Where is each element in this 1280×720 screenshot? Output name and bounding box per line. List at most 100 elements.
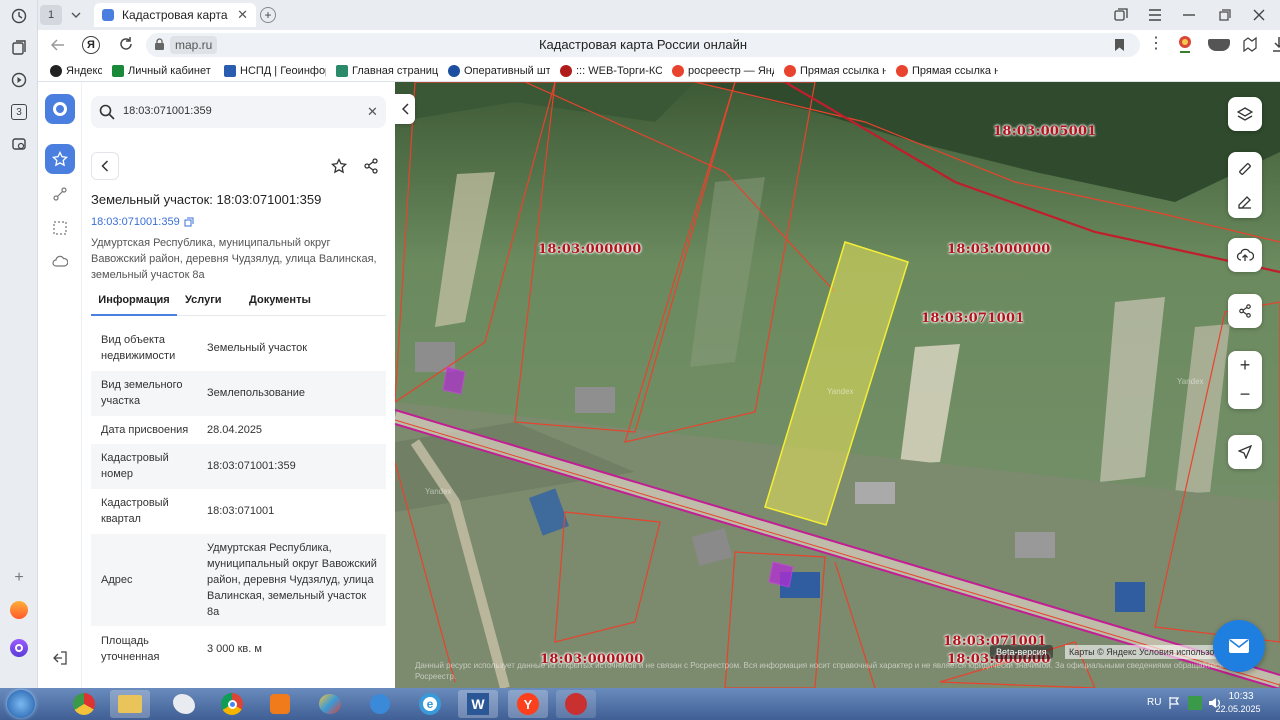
language-indicator[interactable]: RU <box>1147 697 1161 708</box>
bookmark-item[interactable]: росреестр — Янд <box>672 64 774 77</box>
close-window-icon[interactable] <box>1248 5 1270 25</box>
reload-icon[interactable] <box>118 36 134 55</box>
bookmark-item[interactable]: ::: WEB-Торги-КС <box>560 64 662 77</box>
bookmark-favicon-icon <box>112 64 124 77</box>
clock-date[interactable]: 22.05.2025 <box>1208 704 1268 714</box>
tray-flag-icon[interactable] <box>1168 696 1180 710</box>
tab-counter[interactable]: 1 <box>40 5 62 25</box>
taskbar: e W Y RU 10:33 22.05.2025 <box>0 688 1280 720</box>
tabs-dropdown-icon[interactable] <box>66 5 86 25</box>
tab-services[interactable]: Услуги <box>185 286 222 316</box>
bookmark-item[interactable]: НСПД | Геоинфор <box>224 64 326 77</box>
chrome-icon[interactable] <box>212 690 252 718</box>
extension-icon[interactable] <box>1176 34 1194 54</box>
favorite-star-icon[interactable] <box>325 152 353 180</box>
app-red-icon[interactable] <box>556 690 596 718</box>
info-row: Дата присвоения 28.04.2025 <box>91 416 386 444</box>
beta-badge: Beta-версия <box>990 645 1053 659</box>
share-map-button[interactable] <box>1228 294 1262 328</box>
tab-info[interactable]: Информация <box>91 286 177 316</box>
add-icon[interactable]: + <box>9 568 29 588</box>
tab-documents[interactable]: Документы <box>249 286 311 316</box>
tray-app-icon[interactable] <box>1188 696 1202 710</box>
screenshot-tool-icon[interactable] <box>1242 36 1258 55</box>
bookmark-label: Прямая ссылка на <box>800 64 886 77</box>
yandex-browser-icon[interactable]: Y <box>508 690 548 718</box>
tab-cadastral-map[interactable]: Кадастровая карта Ро ✕ <box>94 3 256 27</box>
bookmark-item[interactable]: Прямая ссылка на <box>784 64 886 77</box>
zen-icon[interactable] <box>9 600 29 620</box>
search-input[interactable]: 18:03:071001:359 <box>123 105 212 117</box>
clock-time[interactable]: 10:33 <box>1216 691 1266 702</box>
word-icon[interactable]: W <box>458 690 498 718</box>
layers-icon[interactable] <box>1228 97 1262 131</box>
bookmark-icon[interactable] <box>1114 38 1125 55</box>
share-icon[interactable] <box>1228 294 1262 328</box>
reading-mode-icon[interactable] <box>1208 39 1230 51</box>
paint-icon[interactable] <box>310 690 350 718</box>
info-row: Кадастровый квартал 18:03:071001 <box>91 489 386 534</box>
minimize-icon[interactable] <box>1178 5 1200 25</box>
share-icon[interactable] <box>357 152 385 180</box>
object-title: Земельный участок: 18:03:071001:359 <box>91 192 322 207</box>
measure-icon[interactable] <box>52 186 68 205</box>
collapse-panel-button[interactable] <box>395 94 415 124</box>
layers-button[interactable] <box>1228 97 1262 131</box>
tab-manager-icon[interactable] <box>1110 5 1132 25</box>
cadastral-link-text[interactable]: 18:03:071001:359 <box>91 216 180 228</box>
screenshot-icon[interactable] <box>9 134 29 154</box>
bookmark-item[interactable]: Личный кабинет <box>112 64 214 77</box>
cloud-icon[interactable] <box>52 254 69 271</box>
back-button[interactable] <box>91 152 119 180</box>
bookmark-item[interactable]: Главная страница <box>336 64 438 77</box>
download-icon[interactable] <box>1272 36 1280 55</box>
yandex-icon[interactable]: Я <box>82 36 100 54</box>
close-tab-icon[interactable]: ✕ <box>237 7 248 23</box>
back-icon[interactable] <box>50 37 66 56</box>
bookmark-item[interactable]: Прямая ссылка на <box>896 64 998 77</box>
chrome-alt-icon[interactable] <box>64 690 104 718</box>
search-box[interactable]: 18:03:071001:359 ✕ <box>91 96 386 128</box>
clear-search-icon[interactable]: ✕ <box>367 105 378 118</box>
bookmark-item[interactable]: Оперативный шт <box>448 64 550 77</box>
counter-badge[interactable]: 3 <box>9 102 29 122</box>
bookmark-item[interactable]: Яндекс <box>50 64 102 77</box>
cadastral-link[interactable]: 18:03:071001:359 <box>91 216 194 228</box>
mail-button[interactable] <box>1213 620 1265 672</box>
bookmark-label: Оперативный шт <box>464 64 550 77</box>
copy-icon[interactable] <box>184 217 194 227</box>
media-player-icon[interactable] <box>260 690 300 718</box>
restore-icon[interactable] <box>1214 5 1236 25</box>
edit-icon[interactable] <box>1228 186 1262 218</box>
address-row: Я map.ru Кадастровая карта России онлайн… <box>38 30 1280 60</box>
more-icon[interactable]: ⋮ <box>1148 36 1164 52</box>
ruler-icon[interactable] <box>1228 152 1262 186</box>
navigation-arrow-icon[interactable] <box>1228 435 1262 469</box>
cloud-upload-icon[interactable] <box>1228 238 1262 272</box>
app-bird-icon[interactable] <box>164 690 204 718</box>
bookmark-label: Главная страница <box>352 64 438 77</box>
zoom-out-icon[interactable]: − <box>1228 380 1262 409</box>
menu-icon[interactable] <box>1144 5 1166 25</box>
zoom-in-icon[interactable]: + <box>1228 351 1262 380</box>
map-attribution[interactable]: Карты © Яндекс Условия использования <box>1065 645 1225 659</box>
address-bar[interactable]: map.ru Кадастровая карта России онлайн <box>146 33 1140 57</box>
app-logo-icon[interactable] <box>45 94 75 124</box>
new-tab-button[interactable]: + <box>258 5 278 25</box>
favorites-icon[interactable] <box>45 144 75 174</box>
alice-icon[interactable] <box>9 638 29 658</box>
geolocate-button[interactable] <box>1228 435 1262 469</box>
explorer-icon[interactable] <box>110 690 150 718</box>
cadastral-map[interactable]: 18:03:005001 18:03:000000 18:03:000000 1… <box>395 82 1280 688</box>
start-button[interactable] <box>2 690 40 718</box>
audio-icon[interactable] <box>360 690 400 718</box>
upload-button[interactable] <box>1228 238 1262 272</box>
map-canvas[interactable] <box>395 82 1280 688</box>
history-icon[interactable] <box>9 6 29 26</box>
bookmark-label: Яндекс <box>66 64 102 77</box>
play-icon[interactable] <box>9 70 29 90</box>
internet-explorer-icon[interactable]: e <box>410 690 450 718</box>
logout-icon[interactable] <box>52 650 68 669</box>
collections-icon[interactable] <box>9 38 29 58</box>
select-area-icon[interactable] <box>52 220 68 239</box>
